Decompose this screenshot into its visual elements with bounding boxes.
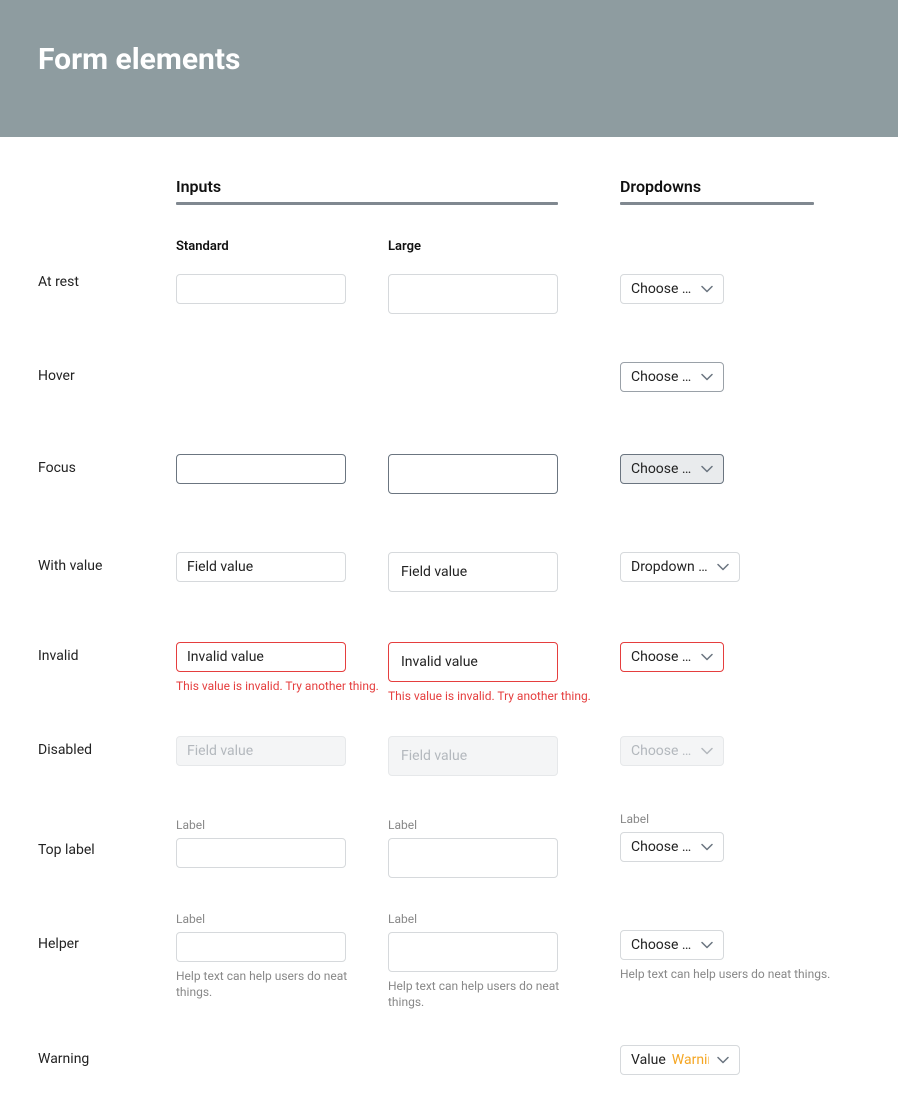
input-large-helper-label: Label — [388, 912, 620, 926]
chevron-down-icon — [701, 843, 713, 851]
chevron-down-icon — [701, 465, 713, 473]
spacer — [38, 205, 176, 254]
input-standard-invalid-message: This value is invalid. Try another thing… — [176, 678, 388, 694]
dropdown-text: Choose one… — [631, 369, 693, 385]
state-with-value-label: With value — [38, 494, 176, 592]
input-large-top-label-field[interactable] — [388, 838, 558, 878]
dropdown-invalid[interactable]: Choose one… — [620, 642, 724, 672]
dropdown-helper-text: Help text can help users do neat things. — [620, 966, 840, 982]
input-standard-invalid[interactable] — [176, 642, 346, 672]
dropdown-disabled: Choose one… — [620, 736, 724, 766]
state-focus-label: Focus — [38, 392, 176, 494]
spacer — [38, 177, 176, 205]
dropdown-with-value[interactable]: Dropdown value — [620, 552, 740, 582]
input-standard-disabled — [176, 736, 346, 766]
input-standard-at-rest[interactable] — [176, 274, 346, 304]
input-large-disabled — [388, 736, 558, 776]
dropdown-text: Dropdown value — [631, 559, 709, 575]
dropdown-text: Choose one… — [631, 461, 693, 477]
dropdown-top-label: Label — [620, 812, 854, 826]
chevron-down-icon — [701, 941, 713, 949]
dropdown-text: Choose one… — [631, 649, 693, 665]
input-large-invalid-message: This value is invalid. Try another thing… — [388, 688, 620, 704]
chevron-down-icon — [701, 653, 713, 661]
dropdown-warning[interactable]: Value Warning — [620, 1045, 740, 1075]
inputs-standard-label: Standard — [176, 205, 388, 254]
inputs-section-title: Inputs — [176, 177, 620, 196]
input-standard-helper-label: Label — [176, 912, 388, 926]
input-large-with-value[interactable] — [388, 552, 558, 592]
chevron-down-icon — [701, 373, 713, 381]
inputs-large-label: Large — [388, 205, 620, 254]
input-standard-with-value[interactable] — [176, 552, 346, 582]
dropdown-focus[interactable]: Choose one… — [620, 454, 724, 484]
input-large-invalid[interactable] — [388, 642, 558, 682]
page-title: Form elements — [38, 42, 898, 77]
dropdown-helper-field[interactable]: Choose one… — [620, 930, 724, 960]
input-large-helper-field[interactable] — [388, 932, 558, 972]
state-hover-label: Hover — [38, 314, 176, 392]
inputs-section-header: Inputs — [176, 177, 620, 205]
input-standard-focus[interactable] — [176, 454, 346, 484]
dropdown-text: Choose one… — [631, 839, 693, 855]
state-warning-label: Warning — [38, 1011, 176, 1075]
chevron-down-icon — [717, 563, 729, 571]
input-large-top-label: Label — [388, 818, 620, 832]
input-standard-helper-text: Help text can help users do neat things. — [176, 968, 376, 1000]
state-invalid-label: Invalid — [38, 592, 176, 704]
input-large-at-rest[interactable] — [388, 274, 558, 314]
dropdowns-section-header: Dropdowns — [620, 177, 854, 205]
spacer — [620, 205, 854, 254]
state-disabled-label: Disabled — [38, 704, 176, 776]
dropdown-text: Choose one… — [631, 743, 693, 759]
state-helper-label: Helper — [38, 878, 176, 1010]
input-standard-top-label-field[interactable] — [176, 838, 346, 868]
state-at-rest-label: At rest — [38, 254, 176, 314]
input-standard-helper-field[interactable] — [176, 932, 346, 962]
chevron-down-icon — [717, 1056, 729, 1064]
dropdown-hover[interactable]: Choose one… — [620, 362, 724, 392]
page-header: Form elements — [0, 0, 898, 137]
state-top-label-label: Top label — [38, 776, 176, 878]
chevron-down-icon — [701, 747, 713, 755]
dropdown-warning-badge: Warning — [672, 1052, 709, 1068]
dropdown-top-label-field[interactable]: Choose one… — [620, 832, 724, 862]
dropdown-text: Choose one… — [631, 937, 693, 953]
dropdown-at-rest[interactable]: Choose one… — [620, 274, 724, 304]
input-large-focus[interactable] — [388, 454, 558, 494]
dropdown-warning-value: Value — [631, 1052, 666, 1068]
input-large-helper-text: Help text can help users do neat things. — [388, 978, 588, 1010]
dropdowns-section-title: Dropdowns — [620, 177, 854, 196]
input-standard-top-label: Label — [176, 818, 388, 832]
dropdown-text: Choose one… — [631, 281, 693, 297]
chevron-down-icon — [701, 285, 713, 293]
